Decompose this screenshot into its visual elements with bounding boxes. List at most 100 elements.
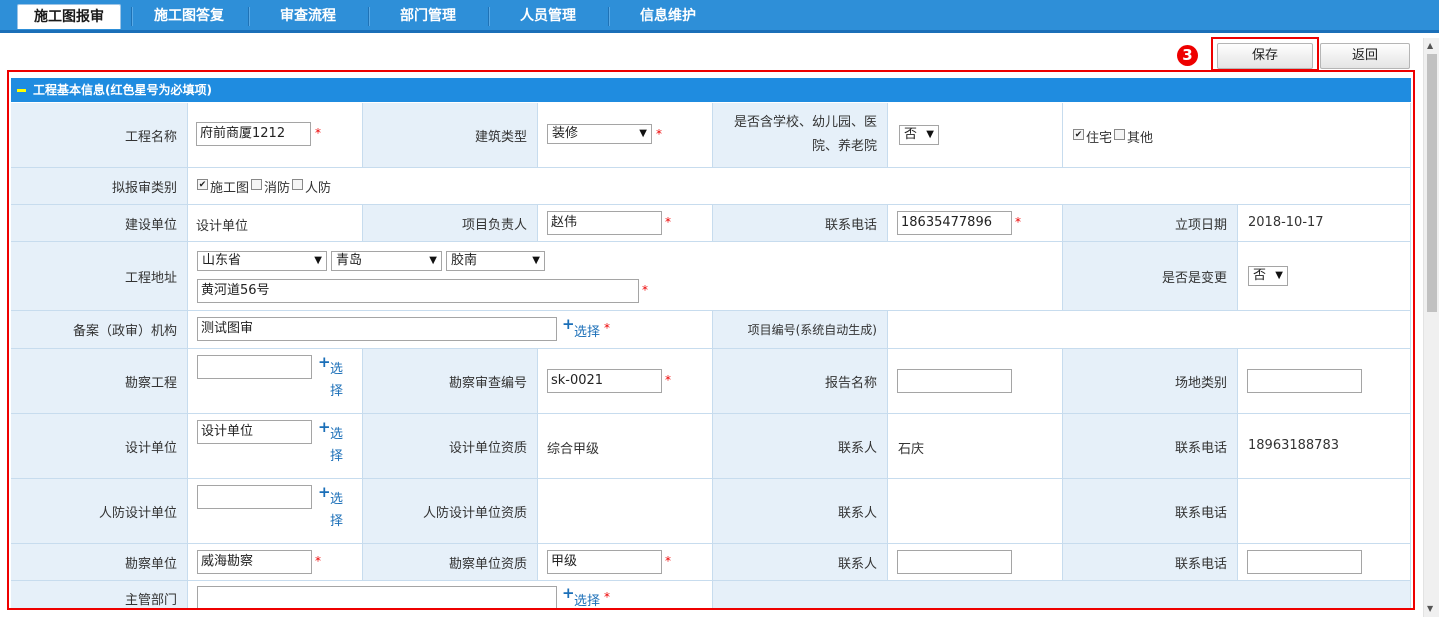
cd-contact-cell <box>888 479 1063 544</box>
design-contact-cell: 石庆 <box>888 414 1063 479</box>
building-type-cell: 装修 ▼ * <box>538 103 713 168</box>
review-agency-label: 备案（政审）机构 <box>11 311 188 349</box>
tab-info-maintenance[interactable]: 信息维护 <box>618 4 718 29</box>
civil-defense-checkbox[interactable] <box>292 179 303 190</box>
tab-staff-management[interactable]: 人员管理 <box>498 4 598 29</box>
cd-phone-cell <box>1238 479 1411 544</box>
survey-project-select-link[interactable]: 选择 <box>330 359 346 403</box>
cd-design-unit-select-link[interactable]: 选择 <box>330 489 346 533</box>
survey-review-no-input[interactable]: sk-0021 <box>547 369 662 393</box>
scroll-thumb[interactable] <box>1427 54 1437 312</box>
survey-review-no-cell: sk-0021 * <box>538 349 713 414</box>
required-mark: * <box>1015 215 1021 229</box>
includes-school-label: 是否含学校、幼儿园、医院、养老院 <box>713 103 888 168</box>
report-name-input[interactable] <box>897 369 1012 393</box>
review-category-label: 拟报审类别 <box>11 168 188 205</box>
site-category-input[interactable] <box>1247 369 1362 393</box>
dropdown-arrow-icon: ▼ <box>639 128 647 139</box>
district-select[interactable]: 胶南 ▼ <box>446 251 545 271</box>
project-no-label: 项目编号(系统自动生成) <box>713 311 888 349</box>
step-badge: 3 <box>1177 45 1198 66</box>
cd-phone-label: 联系电话 <box>1063 479 1238 544</box>
cd-design-qual-label: 人防设计单位资质 <box>363 479 538 544</box>
collapse-icon[interactable] <box>17 89 26 92</box>
dropdown-arrow-icon: ▼ <box>314 255 322 266</box>
project-name-cell: 府前商厦1212 * <box>188 103 363 168</box>
residential-checkbox[interactable]: ✔ <box>1073 129 1084 140</box>
design-phone-value: 18963188783 <box>1248 438 1339 453</box>
review-agency-input[interactable]: 测试图审 <box>197 317 557 341</box>
project-leader-cell: 赵伟 * <box>538 205 713 242</box>
dropdown-arrow-icon: ▼ <box>926 129 934 140</box>
plus-icon[interactable]: + <box>562 315 575 333</box>
fire-protection-checkbox[interactable] <box>251 179 262 190</box>
survey-contact-cell <box>888 544 1063 581</box>
design-contact-label: 联系人 <box>713 414 888 479</box>
survey-project-input[interactable] <box>197 355 312 379</box>
survey-phone-input[interactable] <box>1247 550 1362 574</box>
tab-construction-drawing-submit[interactable]: 施工图报审 <box>17 4 121 29</box>
review-category-cell: ✔ 施工图 消防 人防 <box>188 168 1411 205</box>
report-name-label: 报告名称 <box>713 349 888 414</box>
building-type-label: 建筑类型 <box>363 103 538 168</box>
design-unit-select-link[interactable]: 选择 <box>330 424 346 468</box>
save-button[interactable]: 保存 <box>1217 43 1313 69</box>
survey-unit-qual-label: 勘察单位资质 <box>363 544 538 581</box>
dropdown-arrow-icon: ▼ <box>532 255 540 266</box>
dropdown-arrow-icon: ▼ <box>429 255 437 266</box>
construction-drawing-checkbox[interactable]: ✔ <box>197 179 208 190</box>
project-name-input[interactable]: 府前商厦1212 <box>196 122 311 146</box>
other-checkbox[interactable] <box>1114 129 1125 140</box>
tab-construction-drawing-reply[interactable]: 施工图答复 <box>140 4 238 29</box>
authority-input[interactable] <box>197 586 557 608</box>
construction-unit-value: 设计单位 <box>196 219 249 234</box>
survey-phone-cell <box>1238 544 1411 581</box>
design-unit-input[interactable]: 设计单位 <box>197 420 312 444</box>
design-unit-qual-value: 综合甲级 <box>547 442 600 457</box>
scroll-up-arrow-icon[interactable]: ▲ <box>1427 41 1433 50</box>
contact-phone-input[interactable]: 18635477896 <box>897 211 1012 235</box>
plus-icon[interactable]: + <box>318 418 331 436</box>
tab-review-process[interactable]: 审查流程 <box>258 4 358 29</box>
design-unit-qual-cell: 综合甲级 <box>538 414 713 479</box>
required-mark: * <box>315 554 321 568</box>
review-agency-select-link[interactable]: 选择 <box>574 321 600 340</box>
design-unit-qual-label: 设计单位资质 <box>363 414 538 479</box>
plus-icon[interactable]: + <box>562 584 575 602</box>
survey-contact-input[interactable] <box>897 550 1012 574</box>
required-mark: * <box>665 373 671 387</box>
authority-select-link[interactable]: 选择 <box>574 590 600 608</box>
usage-cell: ✔ 住宅 其他 <box>1063 103 1411 168</box>
province-select[interactable]: 山东省 ▼ <box>197 251 327 271</box>
report-name-cell <box>888 349 1063 414</box>
cd-design-unit-input[interactable] <box>197 485 312 509</box>
design-phone-cell: 18963188783 <box>1238 414 1411 479</box>
back-button[interactable]: 返回 <box>1320 43 1410 69</box>
plus-icon[interactable]: + <box>318 483 331 501</box>
vertical-scrollbar[interactable]: ▲ ▼ <box>1423 38 1439 617</box>
building-type-select[interactable]: 装修 ▼ <box>547 124 652 144</box>
street-address-input[interactable]: 黄河道56号 <box>197 279 639 303</box>
survey-unit-qual-input[interactable]: 甲级 <box>547 550 662 574</box>
design-unit-cell: 设计单位 + 选择 <box>188 414 363 479</box>
panel-header[interactable]: 工程基本信息(红色星号为必填项) <box>11 78 1411 102</box>
is-changed-select[interactable]: 否 ▼ <box>1248 266 1288 286</box>
plus-icon[interactable]: + <box>318 353 331 371</box>
review-agency-cell: 测试图审 + 选择 * <box>188 311 713 349</box>
cd-design-unit-cell: + 选择 <box>188 479 363 544</box>
project-name-label: 工程名称 <box>11 103 188 168</box>
required-mark: * <box>604 321 610 335</box>
construction-unit-cell: 设计单位 <box>188 205 363 242</box>
design-contact-value: 石庆 <box>898 442 925 457</box>
includes-school-select[interactable]: 否 ▼ <box>899 125 939 145</box>
city-select[interactable]: 青岛 ▼ <box>331 251 442 271</box>
is-changed-cell: 否 ▼ <box>1238 242 1411 311</box>
scroll-down-arrow-icon[interactable]: ▼ <box>1427 604 1433 613</box>
survey-unit-input[interactable]: 威海勘察 <box>197 550 312 574</box>
project-no-cell <box>888 311 1411 349</box>
tab-department-management[interactable]: 部门管理 <box>378 4 478 29</box>
required-mark: * <box>642 283 648 297</box>
project-leader-input[interactable]: 赵伟 <box>547 211 662 235</box>
project-info-panel: 工程基本信息(红色星号为必填项) 工程名称 府前商厦1212 * 建筑类型 装修… <box>7 70 1415 610</box>
survey-unit-label: 勘察单位 <box>11 544 188 581</box>
